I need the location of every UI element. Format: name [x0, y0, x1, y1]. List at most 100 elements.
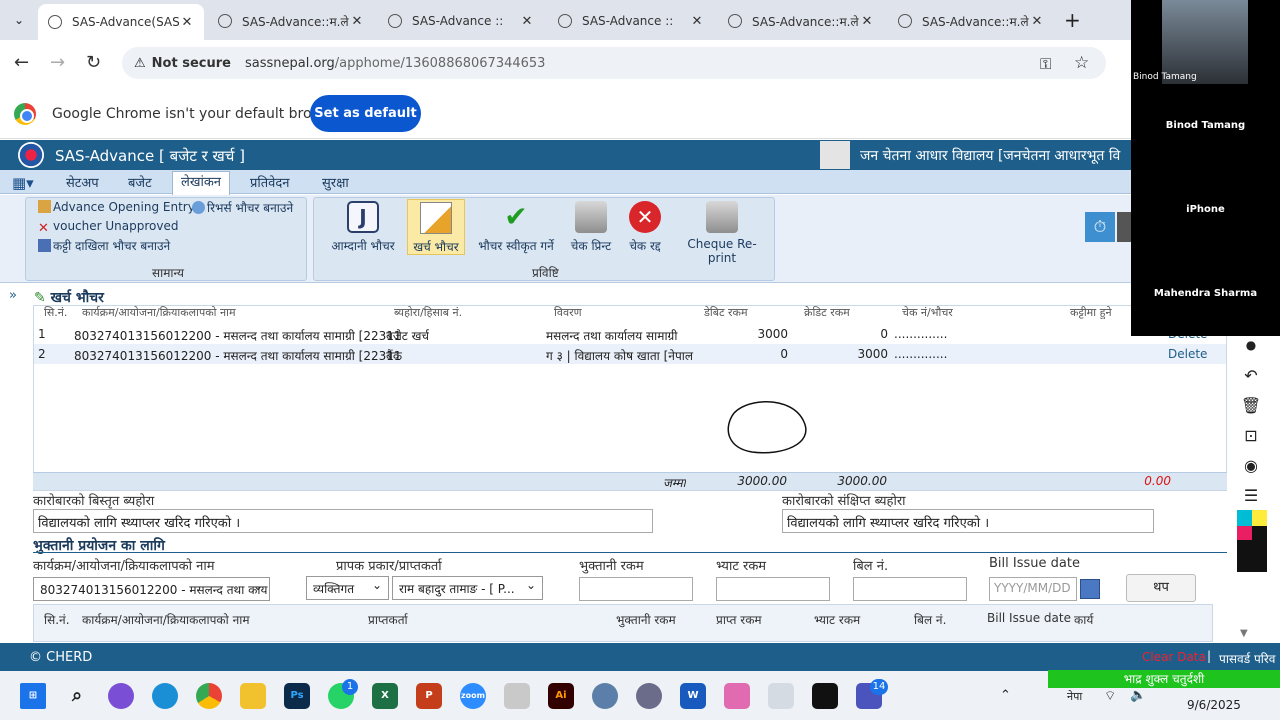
advance-opening-entry[interactable]: Advance Opening Entry [38, 200, 195, 214]
dot-icon[interactable]: ● [1240, 338, 1262, 360]
pencil-icon: ✎ [34, 290, 46, 306]
payee-type-select[interactable]: व्यक्तिगत [306, 576, 389, 600]
browser-tab-4[interactable]: SAS-Advance :: ✕ [548, 6, 714, 36]
clear-data-link[interactable]: Clear Data [1142, 650, 1206, 664]
summary-narration-input[interactable]: विद्यालयको लागि स्थ्याप्लर खरिद गरिएको । [782, 509, 1154, 533]
close-icon[interactable]: ✕ [1030, 14, 1044, 29]
windows-start-icon[interactable]: ⊞ [20, 683, 46, 709]
printer-icon [575, 201, 607, 233]
photoshop-icon[interactable]: Ps [284, 683, 310, 709]
table-row[interactable]: 2 803274013156012200 - मसलन्द तथा कार्या… [34, 344, 1226, 364]
volume-icon[interactable]: 🔈 [1130, 688, 1146, 703]
browser-tab-2[interactable]: SAS-Advance::म.ले ✕ [208, 6, 374, 36]
approve-voucher-button[interactable]: ✔ भौचर स्वीकृत गर्ने [474, 199, 558, 255]
file-explorer-icon[interactable] [240, 683, 266, 709]
trash-icon[interactable]: 🗑 [1240, 396, 1262, 418]
back-arrow-icon[interactable]: ← [14, 52, 29, 73]
viber-icon[interactable] [108, 683, 134, 709]
menu-budget[interactable]: बजेट [128, 173, 152, 191]
voucher-unapproved[interactable]: ✕ voucher Unapproved [38, 219, 178, 235]
app-grid-icon[interactable]: ▦▾ [12, 174, 34, 192]
search-icon[interactable]: ⌕ [64, 683, 90, 709]
income-voucher-button[interactable]: J आम्दानी भौचर [328, 199, 398, 255]
wifi-icon[interactable]: ⌔ [1104, 688, 1116, 704]
tab-search-chevron-icon[interactable]: ⌄ [8, 9, 30, 31]
payment-amount-input[interactable] [579, 577, 693, 601]
browser-tab-3[interactable]: SAS-Advance :: ✕ [378, 6, 544, 36]
reload-icon[interactable]: ↻ [86, 52, 101, 73]
security-label[interactable]: Not secure [152, 56, 231, 71]
close-icon[interactable]: ✕ [690, 14, 704, 29]
chevron-up-icon[interactable]: ⌃ [1000, 688, 1011, 703]
deduction-voucher[interactable]: कट्टी दाखिला भौचर बनाउने [38, 237, 170, 254]
close-icon[interactable]: ✕ [860, 14, 874, 29]
illustrator-icon[interactable]: Ai [548, 683, 574, 709]
table-row[interactable]: 1 803274013156012200 - मसलन्द तथा कार्या… [34, 324, 1226, 344]
menu-accounting[interactable]: लेखांकन [172, 171, 231, 195]
close-icon[interactable]: ✕ [180, 15, 194, 30]
media-icon[interactable] [592, 683, 618, 709]
snipping-icon[interactable] [724, 683, 750, 709]
cell-program: 803274013156012200 - मसलन्द तथा कार्यालय… [74, 329, 400, 343]
close-icon[interactable]: ✕ [520, 14, 534, 29]
cell-account: बैंक [386, 349, 403, 363]
set-default-button[interactable]: Set as default [310, 95, 421, 132]
undo-icon[interactable]: ↶ [1240, 366, 1262, 388]
bill-date-input[interactable]: YYYY/MM/DD [989, 577, 1077, 601]
menu-security[interactable]: सुरक्षा [322, 173, 349, 191]
cancel-x-icon: ✕ [629, 201, 661, 233]
close-icon[interactable]: ✕ [350, 14, 364, 29]
stopwatch-icon[interactable]: ⏱ [1085, 212, 1115, 242]
app-icon[interactable] [768, 683, 794, 709]
browser-tab-1[interactable]: SAS-Advance(SAS- ✕ [38, 4, 204, 40]
new-tab-plus-icon[interactable]: + [1064, 8, 1081, 32]
teams-badge: 14 [870, 679, 888, 695]
word-icon[interactable]: W [680, 683, 706, 709]
zoom-icon[interactable]: zoom [460, 683, 486, 709]
calendar-icon[interactable] [1080, 579, 1100, 599]
side-tool-buttons: ⏱ [1085, 212, 1131, 242]
browser-tab-5[interactable]: SAS-Advance::म.ले ✕ [718, 6, 884, 36]
capcut-icon[interactable] [812, 683, 838, 709]
menu-reports[interactable]: प्रतिवेदन [250, 173, 290, 191]
cheque-print-button[interactable]: चेक प्रिन्ट [563, 199, 619, 255]
excel-icon[interactable]: X [372, 683, 398, 709]
app-icon[interactable] [504, 683, 530, 709]
train-icon[interactable]: ⊡ [1240, 426, 1262, 448]
cheque-reprint-button[interactable]: Cheque Re-print [676, 199, 768, 265]
expense-voucher-button[interactable]: खर्च भौचर [407, 199, 465, 255]
key-icon[interactable]: ⚿ [1040, 55, 1051, 73]
payment-program-select[interactable]: 803274013156012200 - मसलन्द तथा काय [33, 577, 270, 601]
cell-program: 803274013156012200 - मसलन्द तथा कार्यालय… [74, 349, 400, 363]
expand-panel-icon[interactable]: » [9, 288, 17, 303]
forward-arrow-icon[interactable]: → [50, 52, 65, 73]
powerpoint-icon[interactable]: P [416, 683, 442, 709]
vat-amount-input[interactable] [716, 577, 830, 601]
payment-amount-label: भुक्तानी रकम [579, 559, 644, 574]
scroll-down-icon[interactable]: ▼ [1240, 628, 1248, 639]
cheque-cancel-button[interactable]: ✕ चेक रद्द [620, 199, 670, 255]
camera-icon[interactable]: ◉ [1240, 456, 1262, 478]
address-bar[interactable]: ⚠ Not secure sassnepal.org/apphome/13608… [122, 47, 1106, 79]
delete-row-link[interactable]: Delete [1168, 347, 1207, 361]
edge-icon[interactable] [152, 683, 178, 709]
add-payment-button[interactable]: थप [1126, 574, 1196, 602]
color-palette[interactable] [1237, 510, 1267, 572]
clock-icon[interactable] [1117, 212, 1131, 242]
password-change-link[interactable]: पासवर्ड परिव [1219, 650, 1275, 667]
taskbar-date[interactable]: 9/6/2025 [1187, 698, 1241, 712]
url-host: sassnepal.org [244, 55, 335, 71]
bill-number-input[interactable] [853, 577, 967, 601]
section-divider [33, 552, 1227, 553]
reverse-voucher[interactable]: रिभर्स भौचर बनाउने [192, 199, 293, 216]
app-icon[interactable] [636, 683, 662, 709]
browser-tab-6[interactable]: SAS-Advance::म.ले ✕ [888, 6, 1054, 36]
input-language[interactable]: नेपा [1067, 689, 1082, 704]
detail-narration-input[interactable]: विद्यालयको लागि स्थ्याप्लर खरिद गरिएको । [33, 509, 653, 533]
cell-debit: 0 [780, 347, 788, 361]
chrome-icon[interactable] [196, 683, 222, 709]
menu-setup[interactable]: सेटअप [66, 173, 99, 191]
payee-select[interactable]: राम बहादुर तामाङ - [ P... [392, 576, 543, 600]
bookmark-star-icon[interactable]: ☆ [1074, 53, 1089, 73]
clipboard-icon[interactable]: ☰ [1240, 486, 1262, 508]
